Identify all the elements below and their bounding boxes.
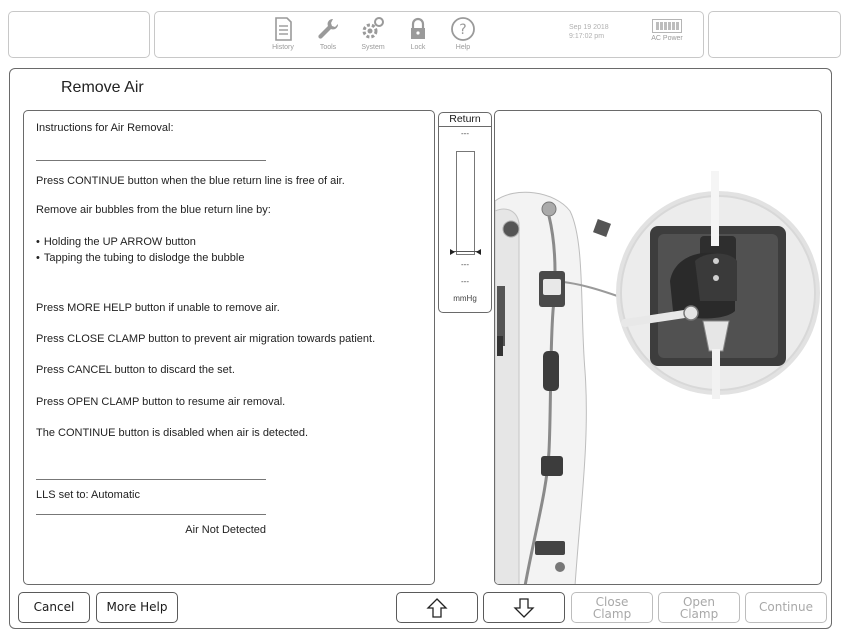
tools-button[interactable]: Tools — [306, 16, 350, 58]
main-panel: Remove Air Instructions for Air Removal:… — [9, 68, 832, 629]
date-time: Sep 19 2018 9:17:02 pm — [569, 23, 609, 41]
help-label: Help — [455, 44, 471, 51]
gauge-marker-left-icon — [450, 249, 455, 255]
device-illustration — [495, 171, 820, 584]
open-clamp-button[interactable]: Open Clamp — [658, 592, 740, 623]
close-clamp-button[interactable]: Close Clamp — [571, 592, 653, 623]
instructions-panel: Instructions for Air Removal: Press CONT… — [23, 110, 435, 585]
power-status: AC Power — [647, 19, 687, 42]
instruction-line: Press CLOSE CLAMP button to prevent air … — [36, 333, 376, 345]
system-button[interactable]: System — [351, 16, 395, 58]
top-right-slot — [708, 11, 841, 58]
system-label: System — [361, 44, 385, 51]
gauge-title: Return — [439, 113, 491, 127]
air-status: Air Not Detected — [185, 524, 266, 536]
svg-text:?: ? — [459, 22, 466, 38]
instruction-bullet: Holding the UP ARROW button — [36, 236, 196, 248]
instruction-line: The CONTINUE button is disabled when air… — [36, 427, 309, 439]
gauge-bar — [456, 151, 475, 255]
wrench-icon — [318, 18, 339, 39]
instruction-line: Press CONTINUE button when the blue retu… — [36, 175, 345, 187]
air-removal-illustration — [494, 110, 822, 585]
lock-icon — [411, 17, 425, 39]
divider — [36, 514, 266, 515]
cancel-button[interactable]: Cancel — [18, 592, 90, 623]
more-help-button[interactable]: More Help — [96, 592, 178, 623]
lock-button[interactable]: Lock — [396, 16, 440, 58]
lock-label: Lock — [410, 44, 426, 51]
gauge-marker-value: --- — [461, 260, 469, 269]
time-text: 9:17:02 pm — [569, 33, 605, 40]
gauge-marker-right-icon — [476, 249, 481, 255]
gauge-unit: mmHg — [453, 294, 477, 303]
instruction-line: Remove air bubbles from the blue return … — [36, 204, 271, 216]
down-arrow-button[interactable] — [483, 592, 565, 623]
up-arrow-icon — [426, 598, 448, 618]
open-clamp-label-2: Clamp — [679, 607, 719, 621]
continue-button[interactable]: Continue — [745, 592, 827, 623]
history-label: History — [272, 44, 294, 51]
gears-icon — [362, 17, 384, 39]
instructions-heading: Instructions for Air Removal: — [36, 122, 174, 134]
instruction-bullet: Tapping the tubing to dislodge the bubbl… — [36, 252, 245, 264]
top-toolbar: History Tools System Lock ? Help Sep 19 … — [154, 11, 704, 58]
power-label: AC Power — [651, 35, 683, 42]
up-arrow-button[interactable] — [396, 592, 478, 623]
divider — [36, 479, 266, 480]
battery-icon — [652, 19, 682, 33]
gauge-top-value: --- — [461, 129, 469, 138]
down-arrow-icon — [513, 598, 535, 618]
history-button[interactable]: History — [261, 16, 305, 58]
close-clamp-label-2: Clamp — [592, 607, 632, 621]
instruction-line: Press OPEN CLAMP button to resume air re… — [36, 396, 286, 408]
divider — [36, 160, 266, 161]
lls-setting: LLS set to: Automatic — [36, 489, 140, 501]
top-status-bar: History Tools System Lock ? Help Sep 19 … — [4, 3, 843, 63]
history-icon — [275, 17, 292, 41]
date-text: Sep 19 2018 — [569, 24, 609, 31]
page-title: Remove Air — [61, 79, 144, 96]
instruction-line: Press MORE HELP button if unable to remo… — [36, 302, 280, 314]
help-icon: ? — [451, 17, 475, 41]
gauge-value: --- — [461, 277, 469, 286]
return-pressure-gauge: Return --- --- --- mmHg — [438, 112, 492, 313]
instruction-line: Press CANCEL button to discard the set. — [36, 364, 235, 376]
help-button[interactable]: ? Help — [441, 16, 485, 58]
tools-label: Tools — [319, 44, 337, 51]
top-left-slot — [8, 11, 150, 58]
